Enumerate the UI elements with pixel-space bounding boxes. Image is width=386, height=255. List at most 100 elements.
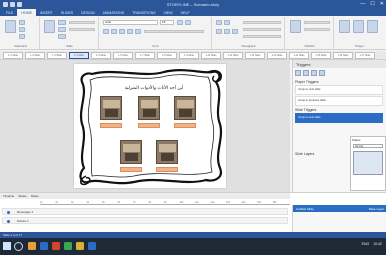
timeline-row[interactable]: Rectangle 1	[2, 208, 288, 215]
italic-icon[interactable]	[111, 29, 117, 34]
slide-thumbnail[interactable]: 1.9 Slide	[179, 52, 199, 59]
taskbar-app-icon[interactable]	[28, 242, 36, 250]
slide-thumbnail[interactable]: 1.13 Slide	[267, 52, 287, 59]
delete-trigger-icon[interactable]	[319, 70, 325, 76]
clock[interactable]: 10:42	[373, 242, 382, 246]
taskbar-app-icon[interactable]	[52, 242, 60, 250]
language-indicator[interactable]: ENG	[362, 242, 370, 246]
furniture-photo-1[interactable]	[100, 96, 122, 120]
tab-timeline[interactable]: Timeline	[3, 193, 14, 199]
slide-group: Slide	[41, 17, 99, 49]
bullets-icon[interactable]	[216, 20, 222, 25]
slide-thumbnail[interactable]: 1.4 Slide	[69, 52, 89, 59]
state-dropdown[interactable]: Normal	[353, 144, 383, 148]
layer-bar[interactable]: Untitled Slide Base Layer	[293, 205, 386, 212]
slide-thumbnail[interactable]: 1.15 Slide	[311, 52, 331, 59]
slide-thumbnail[interactable]: 1.3 Slide	[47, 52, 67, 59]
align-center-icon[interactable]	[224, 29, 230, 34]
maximize-button[interactable]: ☐	[370, 1, 374, 7]
caption-button-1[interactable]	[100, 123, 122, 128]
format-painter-icon[interactable]	[19, 34, 25, 39]
paragraph-option-line	[243, 35, 281, 38]
slide-thumbnail[interactable]: 1.16 Slide	[333, 52, 353, 59]
shrink-font-icon[interactable]	[185, 20, 191, 25]
furniture-photo-3[interactable]	[174, 96, 196, 120]
slide-thumbnail[interactable]: 1.7 Slide	[135, 52, 155, 59]
taskbar-app-icon[interactable]	[76, 242, 84, 250]
grow-font-icon[interactable]	[177, 20, 183, 25]
slide-thumbnail[interactable]: 1.17 Slide	[355, 52, 375, 59]
align-left-icon[interactable]	[216, 29, 222, 34]
visibility-icon[interactable]	[7, 211, 10, 214]
slide-thumbnail[interactable]: 1.2 Slide	[25, 52, 45, 59]
cut-icon[interactable]	[19, 20, 25, 25]
slide-canvas[interactable]: أين أجد الأثاث والأدوات المنزلية	[74, 64, 226, 188]
tab-view[interactable]: VIEW	[160, 9, 177, 16]
taskbar-app-icon[interactable]	[88, 242, 96, 250]
search-icon[interactable]	[14, 242, 23, 251]
bold-icon[interactable]	[103, 29, 109, 34]
slide-title[interactable]: أين أجد الأثاث والأدوات المنزلية	[114, 86, 194, 91]
tab-help[interactable]: HELP	[177, 9, 194, 16]
caption-button-4[interactable]	[120, 167, 142, 172]
tab-file[interactable]: FILE	[2, 9, 17, 16]
tab-insert[interactable]: INSERT	[36, 9, 57, 16]
delete-slide-icon[interactable]	[58, 34, 66, 39]
duplicate-icon[interactable]	[58, 27, 66, 32]
strikethrough-icon[interactable]	[127, 29, 133, 34]
slide-thumbnail[interactable]: 1.10 Slide	[201, 52, 221, 59]
slide-thumbnail[interactable]: 1.12 Slide	[245, 52, 265, 59]
slide-layers-label: Slide Layers	[295, 152, 315, 156]
caption-button-5[interactable]	[156, 167, 178, 172]
ruler-tick: 6s	[117, 201, 121, 204]
paste-icon[interactable]	[5, 20, 16, 33]
font-size-field[interactable]: 18	[160, 20, 174, 25]
player-icon[interactable]	[339, 20, 350, 33]
trigger-item-selected[interactable]: Jump to next slide	[295, 113, 383, 123]
font-color-icon[interactable]	[135, 29, 141, 34]
caption-button-3[interactable]	[174, 123, 196, 128]
tab-notes[interactable]: Notes	[31, 193, 39, 199]
minimize-button[interactable]: —	[360, 1, 365, 7]
slide-thumbnail[interactable]: 1.6 Slide	[113, 52, 133, 59]
font-name-field[interactable]: Arial	[103, 20, 158, 25]
timeline-ruler: 1s 2s 3s 4s 5s 6s 7s 8s 9s 10s 11s 12s 13s 14s 15s 16s	[40, 201, 290, 205]
new-slide-icon[interactable]	[44, 20, 55, 33]
slide-strip: 1.1 Slide 1.2 Slide 1.3 Slide 1.4 Slide 1.5 …	[0, 51, 386, 60]
taskbar-app-icon[interactable]	[64, 242, 72, 250]
edit-trigger-icon[interactable]	[303, 70, 309, 76]
underline-icon[interactable]	[119, 29, 125, 34]
tab-transitions[interactable]: TRANSITIONS	[128, 9, 160, 16]
tab-animations[interactable]: ANIMATIONS	[99, 9, 129, 16]
slide-thumbnail[interactable]: 1.11 Slide	[223, 52, 243, 59]
publish-icon[interactable]	[353, 20, 364, 33]
taskbar-app-icon[interactable]	[40, 242, 48, 250]
trigger-item[interactable]: Jump to previous slide	[295, 96, 383, 106]
layout-icon[interactable]	[58, 20, 66, 25]
numbering-icon[interactable]	[224, 20, 230, 25]
timeline-row[interactable]: Picture 1	[2, 217, 288, 224]
copy-trigger-icon[interactable]	[311, 70, 317, 76]
settings-icon[interactable]	[367, 20, 378, 33]
trigger-item[interactable]: Jump to next slide	[295, 85, 383, 95]
tab-design[interactable]: DESIGN	[77, 9, 98, 16]
tab-states[interactable]: States	[18, 193, 27, 199]
tab-slides[interactable]: SLIDES	[57, 9, 77, 16]
visibility-icon[interactable]	[7, 220, 10, 223]
window-title: STORYLINE – Scenario.story	[166, 2, 220, 7]
slide-thumbnail[interactable]: 1.5 Slide	[91, 52, 111, 59]
new-trigger-icon[interactable]	[295, 70, 301, 76]
furniture-photo-5[interactable]	[156, 140, 178, 164]
furniture-photo-2[interactable]	[138, 96, 160, 120]
caption-button-2[interactable]	[138, 123, 160, 128]
slide-thumbnail[interactable]: 1.1 Slide	[3, 52, 23, 59]
close-button[interactable]: ✕	[380, 1, 384, 7]
start-icon[interactable]	[3, 242, 11, 250]
copy-icon[interactable]	[19, 27, 25, 32]
slide-thumbnail[interactable]: 1.14 Slide	[289, 52, 309, 59]
align-right-icon[interactable]	[232, 29, 238, 34]
furniture-photo-4[interactable]	[120, 140, 142, 164]
slide-thumbnail[interactable]: 1.8 Slide	[157, 52, 177, 59]
preview-icon[interactable]	[290, 20, 301, 33]
tab-home[interactable]: HOME	[17, 9, 36, 16]
